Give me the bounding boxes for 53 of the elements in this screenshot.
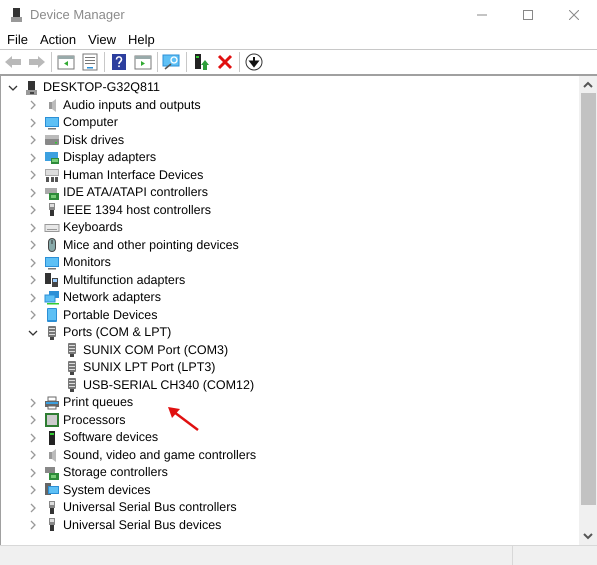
tree-item[interactable]: IDE ATA/ATAPI controllers <box>63 183 208 202</box>
monitor-icon <box>44 254 60 271</box>
tree-item[interactable]: Print queues <box>63 393 134 412</box>
tablet-icon <box>44 307 60 324</box>
tree-item[interactable]: DESKTOP-G32Q811 <box>43 78 160 98</box>
monitor-magnifier-icon[interactable] <box>162 52 182 72</box>
tree-item[interactable]: Audio inputs and outputs <box>63 96 201 115</box>
keyboard-hand-icon <box>44 167 60 184</box>
tree-item[interactable]: Keyboards <box>63 218 123 238</box>
annotation-arrow <box>166 406 200 432</box>
tree-item[interactable]: SUNIX LPT Port (LPT3) <box>83 358 216 378</box>
scrollbar[interactable] <box>579 76 597 545</box>
close-icon[interactable] <box>215 52 235 72</box>
close-icon <box>569 10 579 20</box>
window-title: Device Manager <box>30 6 125 24</box>
network-icon <box>44 290 60 306</box>
tree-item[interactable]: Processors <box>63 410 126 430</box>
tree-item[interactable]: Universal Serial Bus controllers <box>63 498 237 518</box>
tree-item[interactable]: USB-SERIAL CH340 (COM12) <box>83 376 254 395</box>
tree-item[interactable]: Multifunction adapters <box>63 270 186 290</box>
menu-item[interactable]: View <box>84 30 120 50</box>
multifunction-icon <box>44 272 60 288</box>
menu-item[interactable]: File <box>3 30 32 50</box>
storage-controller-icon <box>44 464 60 481</box>
tree-item[interactable]: IEEE 1394 host controllers <box>63 200 211 220</box>
processor-icon <box>44 412 60 428</box>
tree-item[interactable]: Monitors <box>63 253 111 272</box>
properties-icon[interactable] <box>80 52 100 72</box>
printer-icon <box>44 394 60 411</box>
maximize-icon <box>523 10 533 20</box>
tree-item[interactable]: Universal Serial Bus devices <box>63 516 222 535</box>
down-arrow-circle-icon[interactable] <box>244 52 264 72</box>
app-icon <box>9 7 25 23</box>
scrollbar-thumb[interactable] <box>580 93 596 505</box>
help-icon[interactable] <box>109 52 129 72</box>
computer-tower-icon <box>24 80 40 96</box>
tree-item[interactable]: SUNIX COM Port (COM3) <box>83 340 228 360</box>
monitor-icon <box>44 114 60 131</box>
tree-item[interactable]: Network adapters <box>63 288 161 308</box>
tree-item[interactable]: Mice and other pointing devices <box>63 236 239 255</box>
tree-item[interactable]: Sound, video and game controllers <box>63 446 256 465</box>
tree-item[interactable]: Display adapters <box>63 148 156 168</box>
tree-item[interactable]: Software devices <box>63 428 158 448</box>
menu-item[interactable]: Help <box>124 30 159 50</box>
tree-item[interactable]: System devices <box>63 480 151 500</box>
tree-item[interactable]: Computer <box>63 113 118 132</box>
tree-item[interactable]: Portable Devices <box>63 306 158 325</box>
display-adapter-icon <box>44 150 60 166</box>
menu-item[interactable]: Action <box>36 30 80 50</box>
tree-item[interactable]: Storage controllers <box>63 463 168 482</box>
tree-item[interactable]: Human Interface Devices <box>63 166 204 185</box>
tree-item[interactable]: Ports (COM & LPT) <box>63 323 172 342</box>
tree-item[interactable]: Disk drives <box>63 130 124 150</box>
